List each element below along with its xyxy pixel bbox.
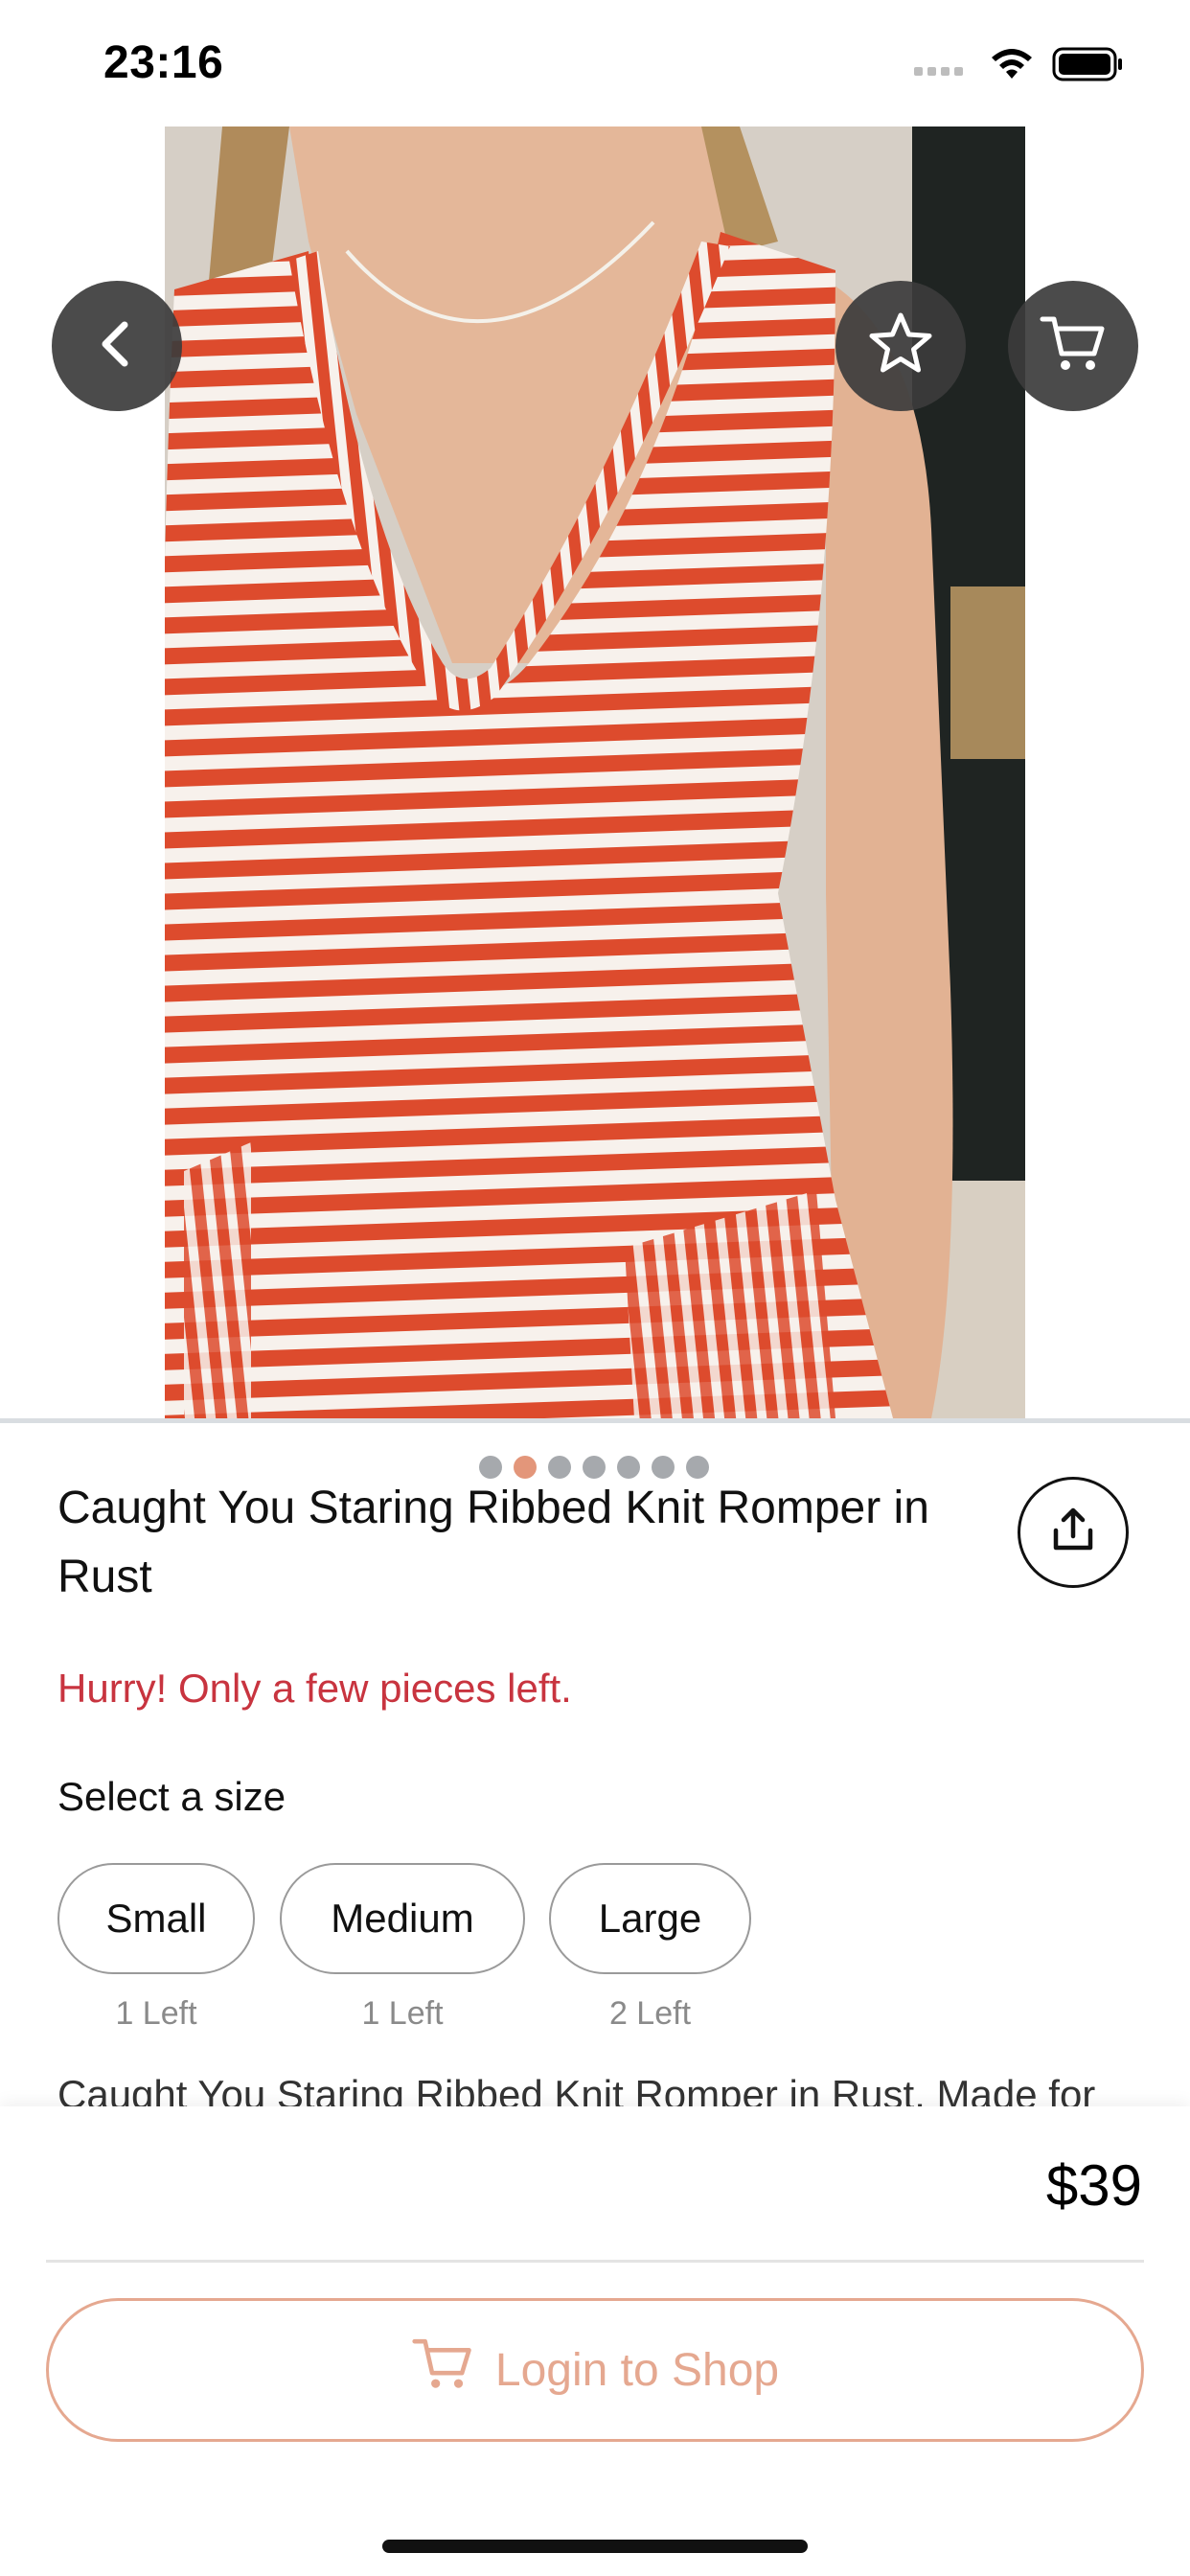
size-stock-large: 2 Left (608, 1995, 692, 2032)
cart-icon (1039, 310, 1108, 383)
size-option-large[interactable]: Large (549, 1863, 751, 1974)
size-option-medium[interactable]: Medium (280, 1863, 525, 1974)
product-description: Caught You Staring Ribbed Knit Romper in… (57, 2072, 1096, 2106)
low-stock-warning: Hurry! Only a few pieces left. (57, 1666, 572, 1711)
product-price: $39 (1045, 2153, 1142, 2218)
share-icon (1048, 1506, 1098, 1560)
size-stock-medium: 1 Left (361, 1995, 444, 2032)
size-option-small[interactable]: Small (57, 1863, 255, 1974)
home-indicator[interactable] (382, 2540, 808, 2553)
back-button[interactable] (52, 281, 182, 411)
star-icon (866, 310, 935, 383)
cellular-signal-icon (914, 67, 963, 76)
divider (0, 1418, 1190, 1423)
cart-button[interactable] (1008, 281, 1138, 411)
product-image-carousel[interactable] (0, 126, 1190, 1497)
size-stock-small: 1 Left (115, 1995, 197, 2032)
divider (46, 2260, 1144, 2263)
status-time: 23:16 (103, 37, 224, 88)
battery-icon (1052, 46, 1125, 87)
cart-icon (411, 2333, 474, 2407)
login-to-shop-button[interactable]: Login to Shop (46, 2298, 1144, 2442)
share-button[interactable] (1018, 1477, 1129, 1588)
size-heading: Select a size (57, 1774, 286, 1819)
login-to-shop-label: Login to Shop (494, 2344, 780, 2396)
checkout-bar: $39 Login to Shop (0, 2106, 1190, 2576)
wifi-icon (987, 46, 1037, 87)
product-title: Caught You Staring Ribbed Knit Romper in… (57, 1483, 929, 1602)
favorite-button[interactable] (835, 281, 966, 411)
status-bar: 23:16 (0, 0, 1190, 126)
chevron-left-icon (90, 317, 144, 376)
